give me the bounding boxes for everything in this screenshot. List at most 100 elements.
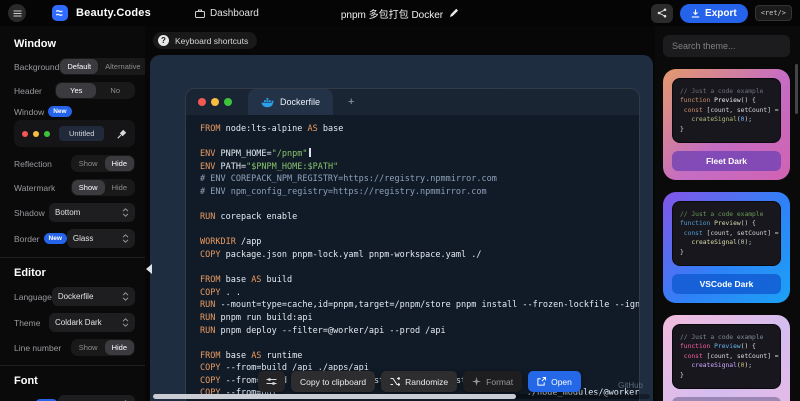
window-style-preview[interactable]: Untitled — [14, 120, 135, 147]
watermark-option-hide[interactable]: Hide — [105, 180, 134, 195]
nav-dashboard-label: Dashboard — [210, 8, 259, 19]
row-window-style: Window New — [14, 106, 135, 117]
background-label: Background — [14, 62, 59, 72]
floating-toolbar: Copy to clipboard Randomize Format — [258, 371, 581, 392]
document-title-text: pnpm 多包打包 Docker — [341, 6, 443, 21]
dashboard-icon — [195, 9, 205, 18]
copy-to-clipboard-button[interactable]: Copy to clipboard — [291, 371, 375, 392]
theme-card[interactable]: // Just a code examplefunction Preview()… — [663, 315, 790, 401]
theme-card[interactable]: // Just a code examplefunction Preview()… — [663, 69, 790, 180]
brand-logo-icon[interactable] — [52, 5, 68, 21]
reflection-option-show[interactable]: Show — [72, 156, 105, 171]
row-border: Border New Glass — [14, 229, 135, 248]
watermark-segment: Show Hide — [71, 179, 135, 196]
format-button[interactable]: Format — [463, 371, 522, 392]
row-language: Language Dockerfile — [14, 287, 135, 306]
row-watermark: Watermark Show Hide — [14, 179, 135, 196]
horizontal-scrollbar[interactable] — [153, 394, 650, 399]
document-title: pnpm 多包打包 Docker — [341, 6, 459, 21]
main-area: ? Keyboard shortcuts — [145, 26, 655, 401]
font-select[interactable]: Jetbrains Mono — [58, 395, 135, 401]
code-line: COPY . . — [200, 287, 639, 300]
edit-pencil-icon[interactable] — [449, 8, 459, 18]
code-window[interactable]: Dockerfile + FROM node:lts-alpine AS bas… — [185, 88, 640, 401]
export-button[interactable]: Export — [680, 4, 748, 23]
theme-card[interactable]: // Just a code examplefunction Preview()… — [663, 192, 790, 303]
file-tab[interactable]: Dockerfile — [248, 89, 333, 115]
code-line: FROM base AS build — [200, 274, 639, 287]
theme-name-label[interactable]: XCode Dark — [672, 397, 781, 401]
swirl-icon — [55, 8, 65, 18]
code-line: FROM base AS runtime — [200, 350, 639, 363]
theme-name-label[interactable]: VSCode Dark — [672, 274, 781, 294]
code-line: RUN corepack enable — [200, 211, 639, 224]
code-line — [200, 224, 639, 237]
theme-name-label[interactable]: Fleet Dark — [672, 151, 781, 171]
reflection-option-hide[interactable]: Hide — [105, 156, 134, 171]
search-theme-input[interactable] — [663, 35, 790, 57]
language-select[interactable]: Dockerfile — [52, 287, 135, 306]
close-window-icon[interactable] — [198, 98, 206, 106]
pin-icon[interactable] — [117, 129, 127, 139]
line-number-option-show[interactable]: Show — [72, 340, 105, 355]
file-tab-label: Dockerfile — [280, 97, 320, 107]
background-option-alternative[interactable]: Alternative — [98, 59, 145, 74]
settings-sidebar: Window Background Default Alternative He… — [0, 26, 145, 401]
open-button[interactable]: Open — [528, 371, 581, 392]
window-preview-title: Untitled — [59, 126, 104, 141]
new-tab-button[interactable]: + — [348, 96, 354, 108]
code-line: COPY package.json pnpm-lock.yaml pnpm-wo… — [200, 249, 639, 262]
scrollbar-thumb[interactable] — [153, 394, 516, 399]
code-line: ENV PATH="$PNPM_HOME:$PATH" — [200, 161, 639, 174]
text-cursor — [309, 148, 311, 157]
theme-code-preview: // Just a code examplefunction Preview()… — [672, 201, 781, 266]
section-title-window: Window — [14, 38, 135, 50]
window-style-label: Window — [14, 107, 44, 117]
window-titlebar: Dockerfile + — [186, 89, 639, 115]
header-label: Header — [14, 86, 42, 96]
sidebar-collapse-handle[interactable] — [146, 264, 152, 274]
docker-icon — [261, 97, 274, 108]
section-title-font: Font — [14, 375, 135, 387]
github-watermark: GitHub — [618, 381, 643, 390]
help-icon: ? — [158, 35, 169, 46]
border-new-badge: New — [44, 233, 67, 244]
format-label: Format — [486, 377, 513, 387]
shadow-label: Shadow — [14, 208, 45, 218]
header-option-no[interactable]: No — [96, 83, 134, 98]
chevron-up-down-icon — [122, 318, 129, 327]
theme-list: // Just a code examplefunction Preview()… — [663, 69, 790, 401]
nav-dashboard[interactable]: Dashboard — [195, 8, 259, 19]
header-option-yes[interactable]: Yes — [56, 83, 96, 98]
line-number-option-hide[interactable]: Hide — [105, 340, 134, 355]
border-value: Glass — [73, 234, 93, 243]
maximize-window-icon[interactable] — [224, 98, 232, 106]
keyboard-shortcuts-button[interactable]: ? Keyboard shortcuts — [153, 32, 257, 49]
randomize-button[interactable]: Randomize — [381, 371, 457, 392]
background-option-default[interactable]: Default — [60, 59, 98, 74]
code-line: RUN --mount=type=cache,id=pnpm,target=/p… — [200, 299, 639, 312]
theme-sidebar: // Just a code examplefunction Preview()… — [655, 26, 800, 401]
topbar: Beauty.Codes Dashboard pnpm 多包打包 Docker — [0, 0, 800, 26]
minimize-window-icon[interactable] — [211, 98, 219, 106]
section-title-editor: Editor — [14, 267, 135, 279]
theme-value: Coldark Dark — [55, 318, 102, 327]
border-select[interactable]: Glass — [67, 229, 135, 248]
chevron-up-down-icon — [122, 234, 129, 243]
traffic-yellow-icon — [33, 131, 39, 137]
row-shadow: Shadow Bottom — [14, 203, 135, 222]
menu-button[interactable] — [8, 4, 26, 22]
code-line: # ENV npm_config_registry=https://regist… — [200, 186, 639, 199]
settings-sliders-button[interactable] — [258, 371, 285, 392]
chevron-up-down-icon — [122, 208, 129, 217]
watermark-option-show[interactable]: Show — [72, 180, 105, 195]
code-line — [200, 136, 639, 149]
chevron-up-down-icon — [122, 292, 129, 301]
shadow-select[interactable]: Bottom — [49, 203, 135, 222]
share-button[interactable] — [651, 4, 673, 23]
theme-code-preview: // Just a code examplefunction Preview()… — [672, 78, 781, 143]
theme-select[interactable]: Coldark Dark — [49, 313, 135, 332]
code-editor[interactable]: FROM node:lts-alpine AS base ENV PNPM_HO… — [186, 115, 639, 400]
sliders-icon — [266, 377, 277, 386]
vertical-scrollbar-thumb[interactable] — [795, 64, 798, 114]
